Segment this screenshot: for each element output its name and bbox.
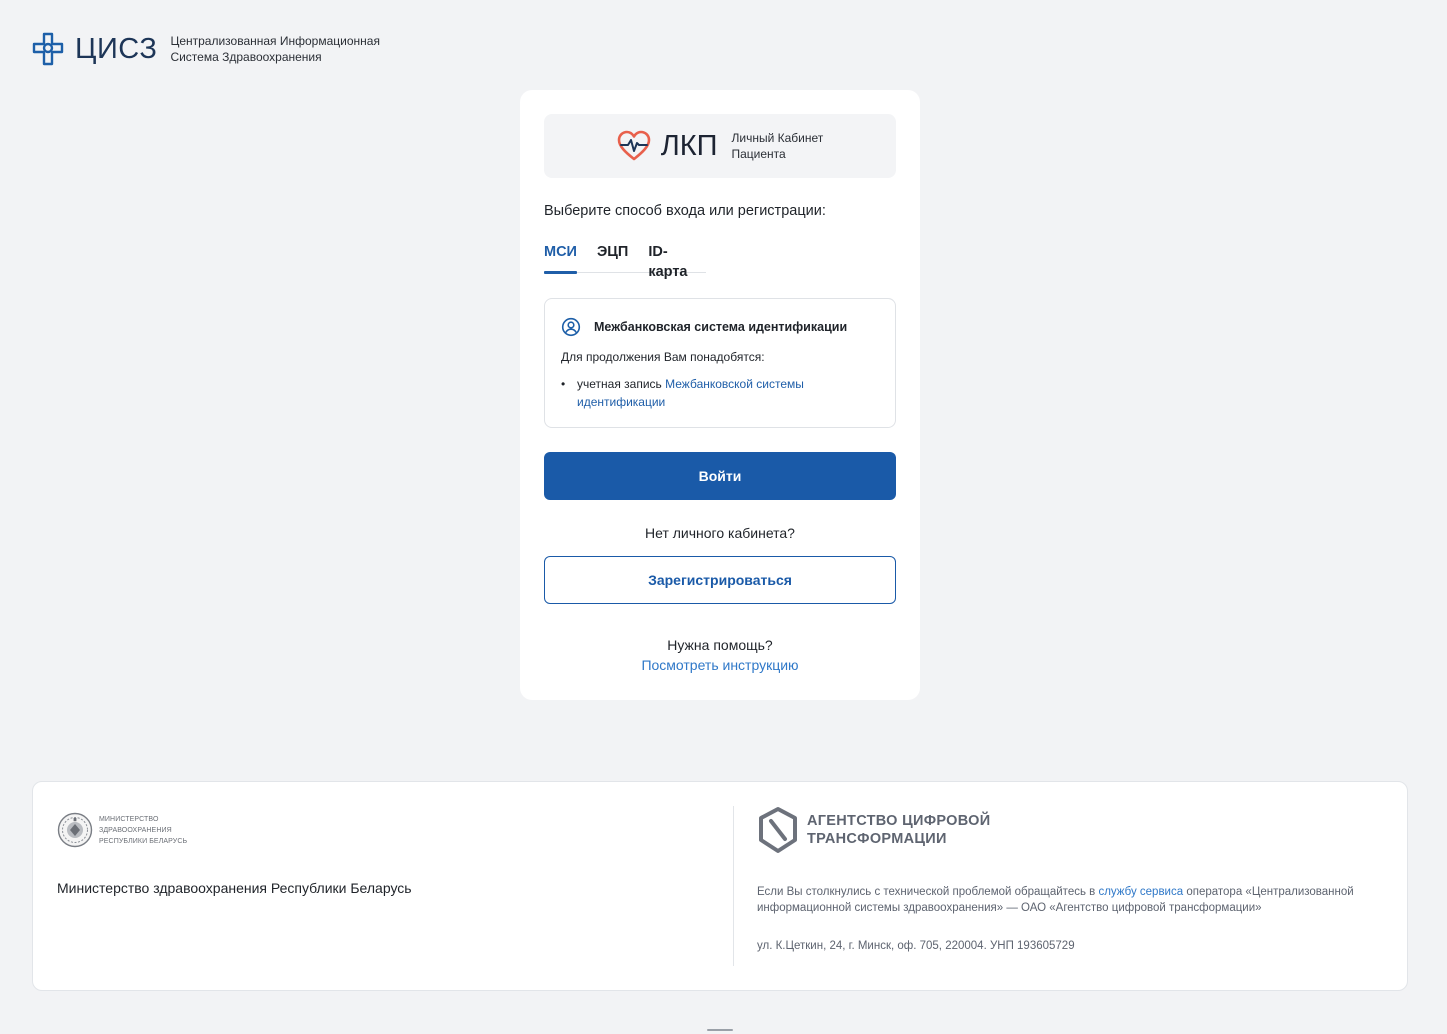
register-button[interactable]: Зарегистрироваться [544, 556, 896, 604]
tab-msi[interactable]: МСИ [544, 242, 577, 274]
support-text-prefix: Если Вы столкнулись с технической пробле… [757, 886, 1096, 898]
ministry-section: Министерство здравоохранения Республики … [57, 812, 187, 848]
lkp-abbreviation: ЛКП [660, 129, 718, 162]
agency-logo: АГЕНТСТВО ЦИФРОВОЙ ТРАНСФОРМАЦИИ [757, 806, 1367, 854]
lkp-subtitle-line2: Пациента [731, 147, 786, 161]
service-desk-link[interactable]: службу сервиса [1098, 886, 1183, 898]
heart-pulse-logo-icon [617, 130, 651, 161]
login-button[interactable]: Войти [544, 452, 896, 500]
agency-name-line1: АГЕНТСТВО ЦИФРОВОЙ [807, 813, 991, 829]
help-link-wrapper: Посмотреть инструкцию [520, 657, 920, 673]
lkp-subtitle: Личный Кабинет Пациента [732, 130, 824, 162]
list-item: учетная запись Межбанковской системы иде… [577, 375, 867, 411]
info-title: Межбанковская система идентификации [594, 320, 848, 334]
info-list: • учетная запись Межбанковской системы и… [561, 375, 879, 411]
login-card: ЛКП Личный Кабинет Пациента Выберите спо… [520, 90, 920, 700]
help-question: Нужна помощь? [667, 637, 773, 653]
instruction-link[interactable]: Посмотреть инструкцию [641, 657, 798, 673]
ministry-logo-line2: здравоохранения [99, 826, 172, 834]
brand-subtitle-line1: Централизованная Информационная [170, 34, 380, 48]
agency-name-line2: ТРАНСФОРМАЦИИ [807, 831, 947, 847]
footer-divider [733, 806, 734, 966]
tab-id-card[interactable]: ID-карта [648, 242, 706, 280]
ministry-name: Министерство здравоохранения Республики … [57, 880, 412, 896]
agency-address: ул. К.Цеткин, 24, г. Минск, оф. 705, 220… [757, 940, 1075, 952]
lkp-banner: ЛКП Личный Кабинет Пациента [544, 114, 896, 178]
user-circle-icon [561, 317, 581, 337]
agency-logo-icon [759, 807, 797, 853]
ministry-logo-text: Министерство здравоохранения Республики … [99, 814, 187, 847]
info-header: Межбанковская система идентификации [561, 317, 879, 337]
login-method-tabs: МСИ ЭЦП ID-карта [544, 242, 706, 280]
agency-section: АГЕНТСТВО ЦИФРОВОЙ ТРАНСФОРМАЦИИ Если Вы… [757, 806, 1367, 952]
scroll-indicator [707, 1029, 733, 1031]
ministry-logo-line1: Министерство [99, 815, 159, 823]
ministry-logo: Министерство здравоохранения Республики … [57, 812, 187, 848]
brand-subtitle-line2: Система Здравоохранения [170, 50, 322, 64]
bullet-marker: • [561, 377, 566, 391]
tab-ecp[interactable]: ЭЦП [597, 242, 628, 272]
ministry-emblem-icon [57, 812, 93, 848]
support-text: Если Вы столкнулись с технической пробле… [757, 884, 1367, 916]
brand-abbreviation[interactable]: ЦИСЗ [75, 34, 157, 64]
site-header: ЦИСЗ Централизованная Информационная Сис… [31, 30, 380, 68]
info-need-text: Для продолжения Вам понадобятся: [561, 350, 765, 364]
site-footer: Министерство здравоохранения Республики … [32, 781, 1408, 991]
medical-cross-logo-icon[interactable] [31, 31, 65, 67]
lkp-subtitle-line1: Личный Кабинет [731, 131, 824, 145]
brand-subtitle: Централизованная Информационная Система … [170, 33, 380, 65]
msi-info-box: Межбанковская система идентификации Для … [544, 298, 896, 428]
no-account-text: Нет личного кабинета? [645, 525, 795, 541]
choose-method-title: Выберите способ входа или регистрации: [544, 203, 826, 219]
list-item-prefix: учетная запись [577, 377, 662, 391]
agency-name: АГЕНТСТВО ЦИФРОВОЙ ТРАНСФОРМАЦИИ [807, 812, 990, 848]
ministry-logo-line3: Республики Беларусь [99, 837, 188, 845]
